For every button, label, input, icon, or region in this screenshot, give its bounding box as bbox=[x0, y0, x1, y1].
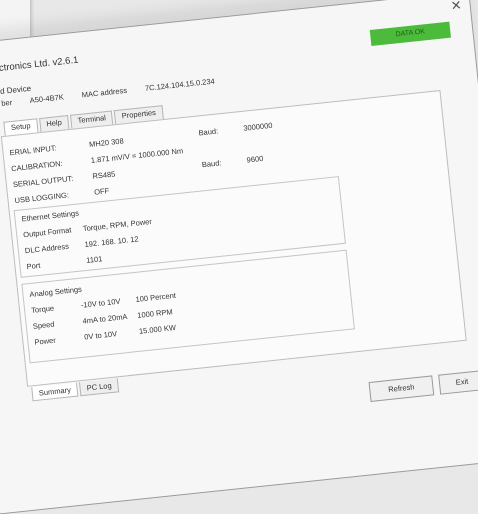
dlc-address-value[interactable]: 192. 168. 10. 12 bbox=[84, 234, 139, 249]
port-label: Port bbox=[26, 260, 41, 272]
dlc-address-label: DLC Address bbox=[24, 241, 70, 256]
serial-output-baud-value: 9600 bbox=[246, 153, 264, 165]
calibration-value: 1.871 mV/V = 1000.000 Nm bbox=[90, 146, 184, 165]
output-format-value[interactable]: Torque, RPM, Power bbox=[82, 217, 152, 233]
device-info-row: ber A50-4B7K MAC address 7C.124.104.15.0… bbox=[1, 75, 231, 108]
serial-output-value: RS485 bbox=[92, 169, 116, 181]
analog-range[interactable]: 0V to 10V bbox=[84, 327, 140, 341]
mac-address-label: MAC address bbox=[81, 85, 128, 100]
status-badge: DATA OK bbox=[369, 21, 451, 46]
output-format-label: Output Format bbox=[22, 225, 72, 240]
serial-input-baud-label: Baud: bbox=[198, 126, 219, 138]
serial-output-baud-label: Baud: bbox=[201, 158, 222, 170]
analog-range[interactable]: 4mA to 20mA bbox=[82, 311, 138, 326]
analog-scale[interactable]: 15.000 KW bbox=[138, 323, 176, 336]
exit-button[interactable]: Exit bbox=[438, 369, 478, 395]
dlc-address-row: DLC Address 192. 168. 10. 12 bbox=[24, 234, 139, 255]
serial-input-label: ERIAL INPUT: bbox=[9, 143, 58, 158]
analog-label: Power bbox=[34, 335, 57, 347]
analog-range[interactable]: -10V to 10V bbox=[80, 295, 136, 310]
window-title: ectronics Ltd. v2.6.1 bbox=[0, 54, 79, 75]
setup-panel: ERIAL INPUT: MH20 308 Baud: 3000000 CALI… bbox=[0, 89, 467, 387]
serial-output-label: SERIAL OUTPUT: bbox=[12, 173, 74, 190]
refresh-button[interactable]: Refresh bbox=[368, 375, 435, 402]
device-number-value: A50-4B7K bbox=[29, 92, 65, 105]
close-icon[interactable]: ✕ bbox=[450, 0, 462, 14]
analog-scale[interactable]: 100 Percent bbox=[135, 291, 176, 304]
ethernet-settings-title: Ethernet Settings bbox=[21, 208, 80, 224]
usb-logging-value: OFF bbox=[93, 186, 110, 197]
device-number-label: ber bbox=[0, 97, 13, 108]
analog-label: Torque bbox=[30, 303, 55, 315]
calibration-label: CALIBRATION: bbox=[10, 158, 64, 174]
analog-label: Speed bbox=[32, 319, 55, 331]
mac-address-value: 7C.124.104.15.0.234 bbox=[144, 76, 216, 93]
tab-pc-log[interactable]: PC Log bbox=[79, 378, 120, 397]
device-section-label: d Device bbox=[0, 83, 32, 96]
serial-input-baud-value: 3000000 bbox=[242, 120, 273, 133]
analog-settings-title: Analog Settings bbox=[29, 284, 83, 300]
analog-scale[interactable]: 1000 RPM bbox=[137, 307, 173, 320]
port-row: Port 1101 bbox=[26, 254, 103, 271]
port-value[interactable]: 1101 bbox=[86, 254, 103, 265]
main-window: ✕ ectronics Ltd. v2.6.1 DATA OK d Device… bbox=[0, 0, 478, 514]
